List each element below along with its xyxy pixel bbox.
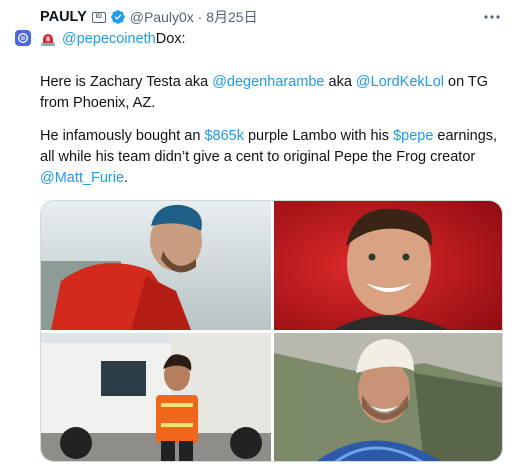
mention-lordkeklol[interactable]: @LordKekLol xyxy=(356,74,444,90)
cashtag-pepe[interactable]: $pepe xyxy=(393,128,433,144)
sidebar-app-icon[interactable] xyxy=(15,30,31,46)
photo-beanie-ruins[interactable] xyxy=(274,333,502,461)
photo-safety-vest-truck[interactable] xyxy=(41,333,271,461)
mention-pepecoineth[interactable]: @pepecoineth xyxy=(62,29,156,50)
tweet-line-1: @pepecoineth Dox: xyxy=(40,27,510,51)
p2-text-1: He infamously bought an xyxy=(40,128,205,144)
photo-red-jacket[interactable] xyxy=(41,201,271,330)
p1-text-1: Here is Zachary Testa aka xyxy=(40,74,213,90)
photo-red-portrait[interactable] xyxy=(274,201,502,330)
author-handle-date[interactable]: @Pauly0x · 8月25日 xyxy=(130,7,258,27)
tweet-paragraph-1: Here is Zachary Testa aka @degenharambe … xyxy=(40,72,510,114)
p1-text-2: aka xyxy=(324,74,356,90)
tweet-header: PAULY ID @Pauly0x · 8月25日 xyxy=(40,7,258,27)
tweet-paragraph-2: He infamously bought an $865k purple Lam… xyxy=(40,126,510,189)
siren-emoji-icon xyxy=(41,34,55,46)
dox-label: Dox: xyxy=(155,30,186,47)
mention-degenharambe[interactable]: @degenharambe xyxy=(212,74,324,90)
media-grid xyxy=(40,200,503,462)
tweet-text: @pepecoineth Dox: Here is Zachary Testa … xyxy=(40,27,510,189)
author-name[interactable]: PAULY xyxy=(40,9,87,25)
cash-amount-link[interactable]: $865k xyxy=(204,128,244,144)
p2-text-4: . xyxy=(124,170,129,186)
p2-text-2: purple Lambo with his xyxy=(243,128,394,144)
id-badge-icon: ID xyxy=(91,11,106,23)
verified-badge-icon xyxy=(110,10,125,24)
more-options-icon[interactable] xyxy=(481,8,503,26)
mention-matt-furie[interactable]: @Matt_Furie xyxy=(40,170,124,186)
